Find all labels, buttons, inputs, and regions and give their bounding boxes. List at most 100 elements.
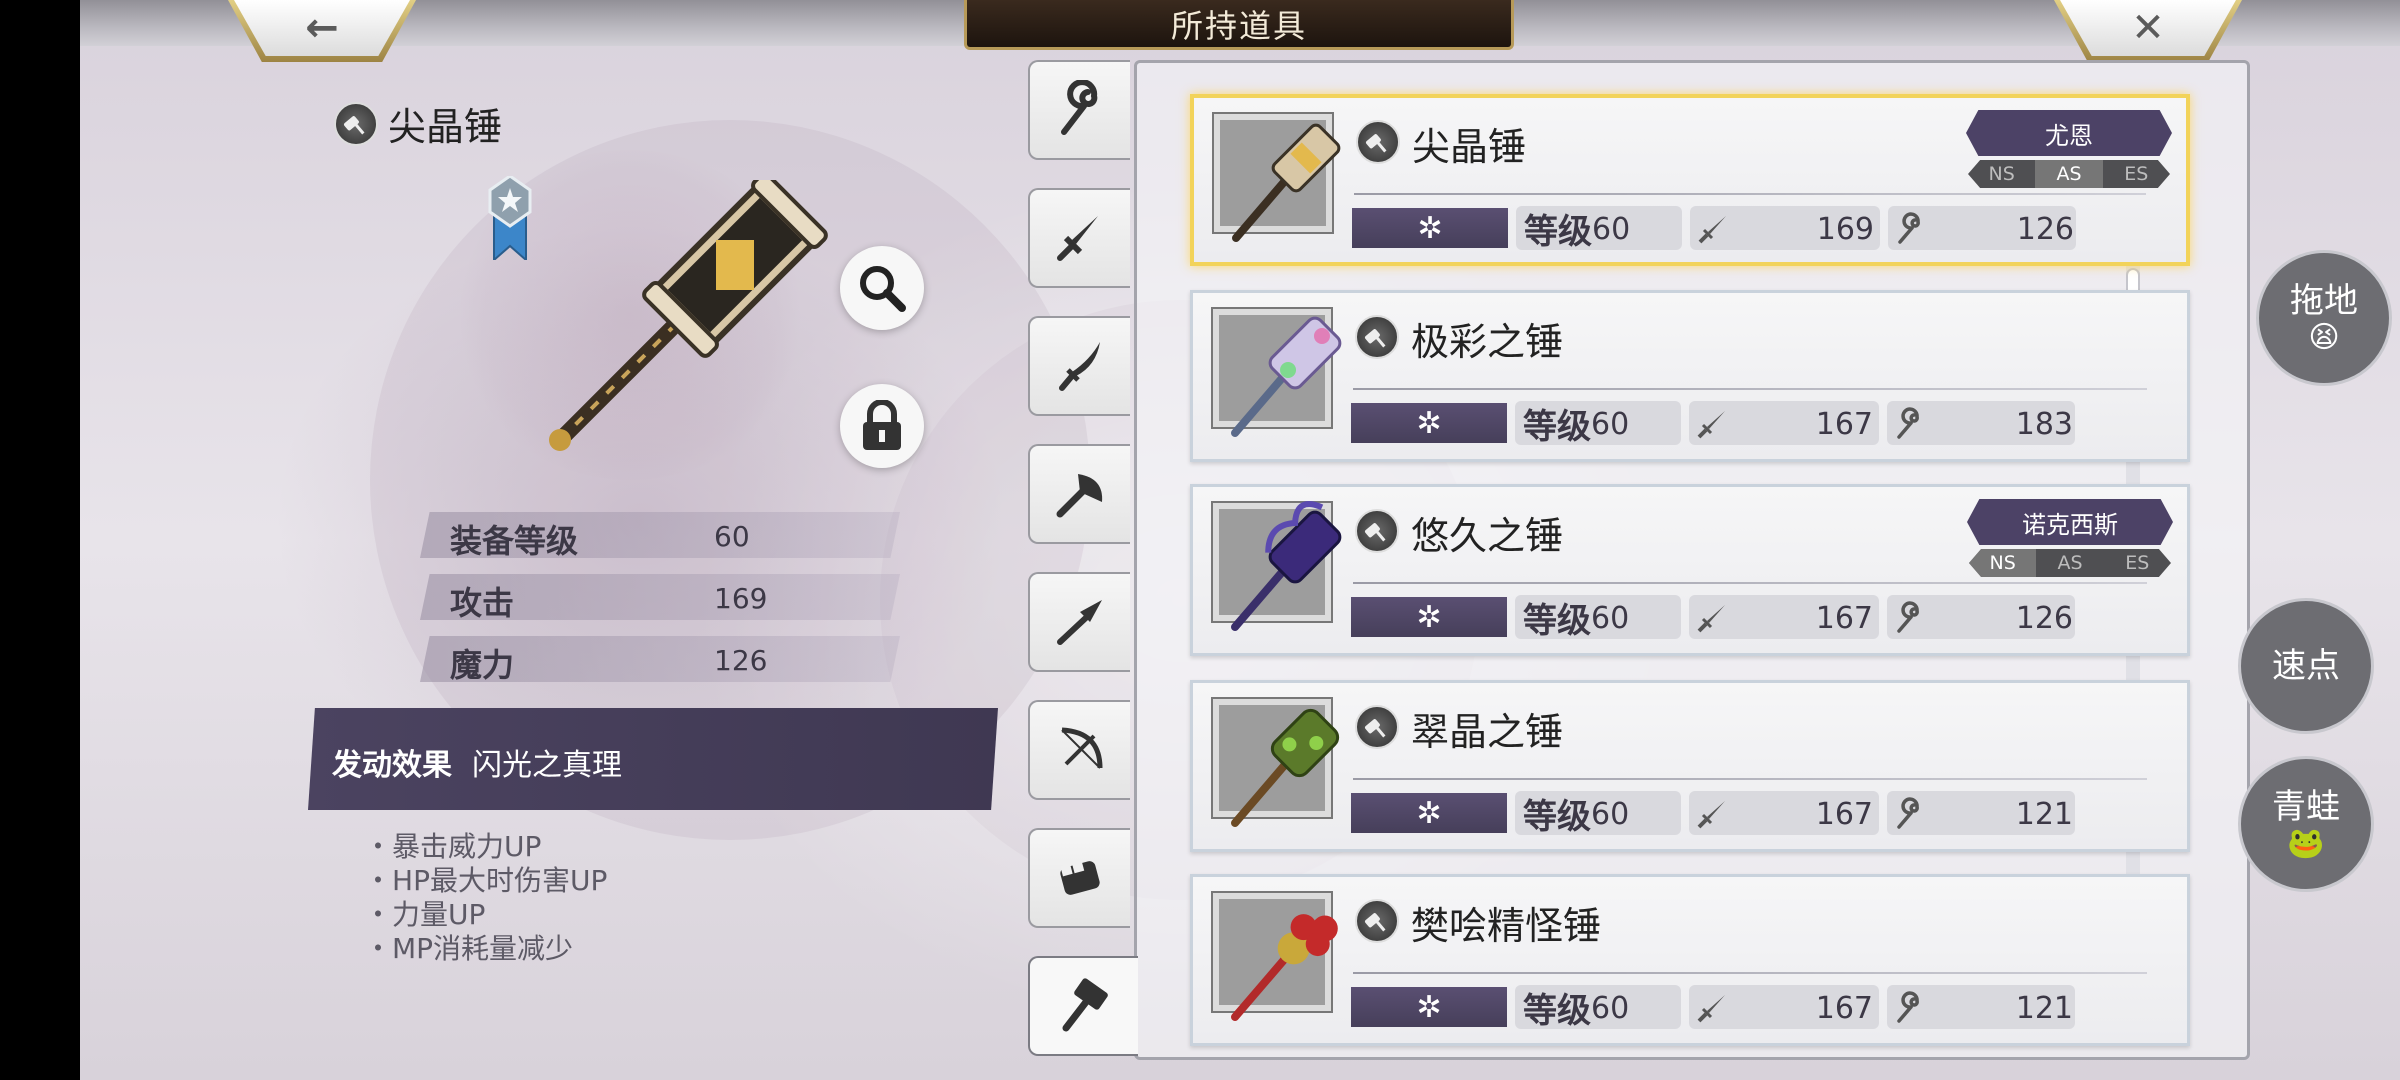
effect-label: 发动效果 xyxy=(332,748,452,783)
stat-row-attack: 攻击 169 xyxy=(420,574,900,620)
attack-value: 167 xyxy=(1815,797,1873,832)
magic-value: 121 xyxy=(2015,991,2073,1026)
sparkle-icon: ✲ xyxy=(1416,405,1442,441)
axe-icon xyxy=(1056,474,1103,518)
stat-value: 126 xyxy=(714,644,768,677)
effect-item: 力量UP xyxy=(364,898,607,932)
character-badge: 诺克西斯 NS AS ES xyxy=(1967,499,2173,579)
sparkle-badge: ✲ xyxy=(1351,987,1507,1027)
weapon-card[interactable]: 翠晶之锤 ✲ 等级 60 167 121 xyxy=(1190,680,2190,852)
back-button[interactable]: ← xyxy=(228,0,416,62)
hammer-icon xyxy=(1062,978,1108,1032)
staff-icon xyxy=(1061,80,1098,135)
divider xyxy=(1354,193,2146,195)
character-name: 诺克西斯 xyxy=(1967,499,2173,545)
detail-item-name: 尖晶锤 xyxy=(388,105,503,149)
tired-face-icon: 😫 xyxy=(2308,320,2340,355)
weapon-name: 翠晶之锤 xyxy=(1411,710,1564,754)
tab-sword[interactable] xyxy=(1028,188,1130,288)
back-arrow-icon: ← xyxy=(305,5,339,51)
attack-sword-icon xyxy=(1697,801,1725,829)
level-label: 等级 xyxy=(1523,407,1591,447)
mop-button[interactable]: 拖地 😫 xyxy=(2256,250,2392,386)
katana-icon xyxy=(1059,342,1100,391)
effect-list: 暴击威力UP HP最大时伤害UP 力量UP MP消耗量减少 xyxy=(364,830,607,966)
level-value: 60 xyxy=(1591,601,1630,636)
hammer-illustration xyxy=(549,180,828,451)
tab-bow[interactable] xyxy=(1028,700,1130,800)
magic-staff-icon xyxy=(1897,797,1919,829)
detail-title: 尖晶锤 xyxy=(334,96,502,151)
hammer-type-icon xyxy=(1355,315,1399,359)
tab-staff[interactable] xyxy=(1028,60,1130,160)
level-value: 60 xyxy=(1591,797,1630,832)
weapon-name: 尖晶锤 xyxy=(1412,125,1527,169)
style-tag-es: ES xyxy=(2125,552,2150,574)
magic-value: 183 xyxy=(2015,407,2073,442)
sparkle-badge: ✲ xyxy=(1351,597,1507,637)
level-label: 等级 xyxy=(1524,212,1592,252)
weapon-name: 悠久之锤 xyxy=(1411,514,1564,558)
character-name: 尤恩 xyxy=(1966,110,2172,156)
sparkle-icon: ✲ xyxy=(1416,795,1442,831)
lock-button[interactable] xyxy=(840,384,924,468)
frog-button[interactable]: 青蛙 🐸 xyxy=(2238,756,2374,892)
close-button[interactable]: ✕ xyxy=(2054,0,2242,62)
mop-label: 拖地 xyxy=(2290,281,2358,321)
style-tag-as: AS xyxy=(2035,160,2103,188)
tab-fist[interactable] xyxy=(1028,828,1130,928)
tab-spear[interactable] xyxy=(1028,572,1130,672)
effect-name: 闪光之真理 xyxy=(472,748,622,783)
tab-hammer[interactable] xyxy=(1028,956,1138,1056)
style-tag-ns: NS xyxy=(1988,163,2015,185)
weapon-card[interactable]: 樊哙精怪锤 ✲ 等级 60 167 121 xyxy=(1190,874,2190,1046)
sword-icon xyxy=(1057,216,1098,261)
weapon-name: 极彩之锤 xyxy=(1411,320,1564,364)
weapon-card[interactable]: 尖晶锤 尤恩 NS AS ES ✲ 等级 60 169 126 xyxy=(1190,94,2190,266)
magic-staff-icon xyxy=(1897,991,1919,1023)
weapon-card[interactable]: 极彩之锤 ✲ 等级 60 167 183 xyxy=(1190,290,2190,462)
tab-axe[interactable] xyxy=(1028,444,1130,544)
effect-item: MP消耗量减少 xyxy=(364,932,607,966)
attack-value: 167 xyxy=(1815,407,1873,442)
sparkle-icon: ✲ xyxy=(1416,599,1442,635)
tab-katana[interactable] xyxy=(1028,316,1130,416)
level-value: 60 xyxy=(1591,991,1630,1026)
weapon-thumbnail xyxy=(1211,307,1342,437)
sparkle-icon: ✲ xyxy=(1417,210,1443,246)
magic-staff-icon xyxy=(1898,212,1920,244)
magic-staff-icon xyxy=(1897,601,1919,633)
divider xyxy=(1353,388,2147,390)
screen-title: 所持道具 xyxy=(964,0,1514,50)
divider xyxy=(1353,778,2147,780)
weapon-card[interactable]: 悠久之锤 诺克西斯 NS AS ES ✲ 等级 60 167 126 xyxy=(1190,484,2190,656)
spear-icon xyxy=(1057,600,1102,645)
fist-icon xyxy=(1060,860,1100,895)
weapon-thumbnail xyxy=(1212,112,1341,242)
zoom-button[interactable] xyxy=(840,246,924,330)
attack-sword-icon xyxy=(1697,995,1725,1023)
style-tag-ns: NS xyxy=(1969,549,2037,577)
weapon-thumbnail xyxy=(1211,501,1342,631)
stat-label: 魔力 xyxy=(450,646,515,684)
level-value: 60 xyxy=(1591,407,1630,442)
quick-tap-label: 速点 xyxy=(2272,646,2340,686)
weapon-name: 樊哙精怪锤 xyxy=(1411,904,1602,948)
effect-item: 暴击威力UP xyxy=(364,830,607,864)
style-tags: NS AS ES xyxy=(1969,549,2171,577)
magic-value: 126 xyxy=(2016,212,2074,247)
sparkle-badge: ✲ xyxy=(1352,208,1508,248)
attack-value: 169 xyxy=(1816,212,1874,247)
active-effect-bar: 发动效果 闪光之真理 xyxy=(308,708,998,810)
quick-tap-button[interactable]: 速点 xyxy=(2238,598,2374,734)
magic-value: 126 xyxy=(2015,601,2073,636)
frog-label: 青蛙 xyxy=(2272,787,2340,827)
attack-value: 167 xyxy=(1815,991,1873,1026)
level-value: 60 xyxy=(1592,212,1631,247)
effect-item: HP最大时伤害UP xyxy=(364,864,607,898)
magic-staff-icon xyxy=(1897,407,1919,439)
hammer-type-icon xyxy=(1355,899,1399,943)
attack-sword-icon xyxy=(1697,605,1725,633)
stat-value: 169 xyxy=(714,582,768,615)
game-screen: ← 所持道具 ✕ 尖晶锤 装备等级 60 攻击 169 魔力 126 发动效果 … xyxy=(80,0,2400,1080)
